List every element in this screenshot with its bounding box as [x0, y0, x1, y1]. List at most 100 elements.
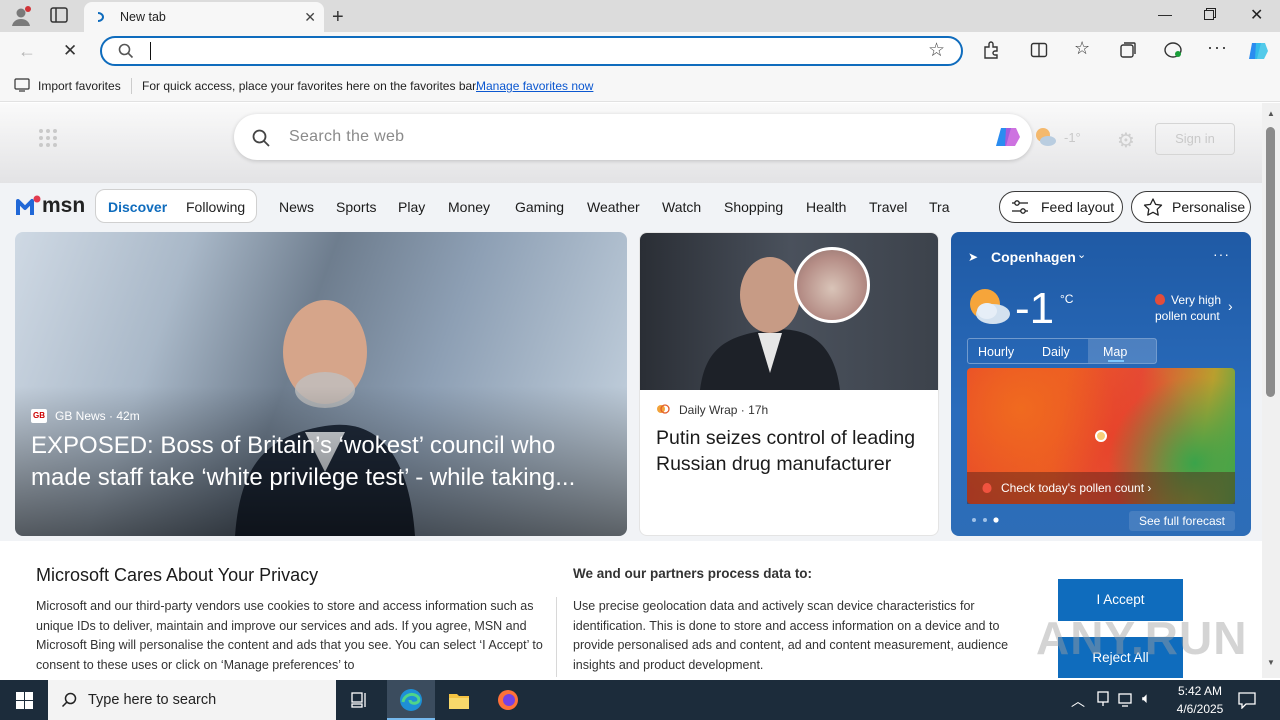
- clock-time[interactable]: 5:42 AM: [1172, 684, 1228, 698]
- msn-logo[interactable]: msn: [16, 193, 85, 221]
- news-card-putin[interactable]: Daily Wrap · 17h Putin seizes control of…: [639, 232, 939, 536]
- close-tab-icon[interactable]: ✕: [304, 9, 316, 26]
- nav-weather[interactable]: Weather: [587, 199, 640, 215]
- taskbar-search-box[interactable]: Type here to search: [48, 680, 336, 720]
- chevron-right-icon[interactable]: ›: [1228, 298, 1233, 314]
- location-arrow-icon: ➤: [968, 250, 979, 264]
- sign-in-button[interactable]: Sign in: [1155, 123, 1235, 155]
- weather-temp: -1: [1015, 284, 1055, 333]
- more-options-icon[interactable]: ···: [1207, 37, 1228, 58]
- tray-overflow-icon[interactable]: ︿: [1071, 691, 1085, 711]
- task-view-icon[interactable]: [336, 680, 384, 720]
- weather-city[interactable]: Copenhagen: [991, 249, 1076, 265]
- nav-news[interactable]: News: [279, 199, 314, 215]
- extensions-icon[interactable]: [982, 41, 1000, 59]
- tab-discover[interactable]: Discover: [108, 199, 167, 215]
- favorite-star-icon[interactable]: ☆: [928, 39, 945, 62]
- weather-mini-icon[interactable]: [1033, 126, 1057, 148]
- nav-health[interactable]: Health: [806, 199, 846, 215]
- weather-tabs: Hourly Daily Map: [967, 338, 1157, 364]
- tab-hourly[interactable]: Hourly: [978, 345, 1014, 359]
- file-explorer-icon[interactable]: [435, 680, 483, 720]
- active-tab-indicator: [1108, 360, 1124, 362]
- notifications-icon[interactable]: [1238, 691, 1256, 709]
- nav-sports[interactable]: Sports: [336, 199, 376, 215]
- copilot-search-icon[interactable]: [994, 123, 1022, 151]
- import-favorites-button[interactable]: Import favorites: [38, 79, 121, 93]
- weather-more-icon[interactable]: ···: [1213, 246, 1230, 262]
- text-caret: [150, 42, 151, 60]
- nav-watch[interactable]: Watch: [662, 199, 701, 215]
- pollen-cta-icon: [981, 482, 993, 494]
- nav-gaming[interactable]: Gaming: [515, 199, 564, 215]
- nav-travel[interactable]: Travel: [869, 199, 907, 215]
- close-window-icon[interactable]: ✕: [1250, 5, 1263, 25]
- see-full-forecast-link[interactable]: See full forecast: [1129, 511, 1235, 531]
- nav-play[interactable]: Play: [398, 199, 425, 215]
- sliders-icon: [1012, 200, 1028, 214]
- discover-following-toggle: Discover Following: [95, 189, 257, 223]
- feed-layout-button[interactable]: Feed layout: [999, 191, 1123, 223]
- scroll-down-icon[interactable]: ▼: [1267, 658, 1275, 667]
- start-button[interactable]: [0, 680, 48, 720]
- collections-icon[interactable]: [1119, 41, 1137, 59]
- nav-money[interactable]: Money: [448, 199, 490, 215]
- web-search-box[interactable]: Search the web: [234, 114, 1032, 160]
- back-icon[interactable]: ←: [18, 41, 36, 62]
- tab-following[interactable]: Following: [186, 199, 245, 215]
- web-search-placeholder: Search the web: [289, 128, 405, 145]
- location-marker: [1095, 430, 1107, 442]
- nav-overflow-item[interactable]: Tra: [929, 199, 949, 215]
- clock-date[interactable]: 4/6/2025: [1168, 702, 1232, 716]
- address-bar[interactable]: ☆: [100, 36, 963, 66]
- tab-map[interactable]: Map: [1103, 345, 1127, 359]
- pollen-cta-link[interactable]: Check today's pollen count ›: [1001, 481, 1151, 495]
- network-icon[interactable]: [1118, 692, 1136, 708]
- pollen-line-1[interactable]: Very high: [1171, 293, 1221, 307]
- address-input[interactable]: [146, 41, 906, 61]
- partly-cloudy-icon: [965, 284, 1011, 326]
- copilot-icon[interactable]: [1246, 39, 1270, 63]
- stop-loading-icon[interactable]: ✕: [63, 41, 77, 61]
- carousel-dots[interactable]: [971, 517, 1001, 523]
- volume-icon[interactable]: 🔈︎: [1142, 690, 1151, 707]
- profile-avatar-icon[interactable]: [10, 5, 32, 27]
- search-icon: [61, 692, 77, 708]
- personalise-label: Personalise: [1172, 199, 1246, 215]
- news-headline[interactable]: Putin seizes control of leading Russian …: [656, 425, 918, 477]
- top-story-card[interactable]: GB GB News · 42m EXPOSED: Boss of Britai…: [15, 232, 627, 536]
- nav-shopping[interactable]: Shopping: [724, 199, 783, 215]
- personalise-button[interactable]: Personalise: [1131, 191, 1251, 223]
- browser-essentials-icon[interactable]: [1163, 41, 1183, 59]
- scrollbar-thumb[interactable]: [1266, 127, 1275, 397]
- manage-favorites-link[interactable]: Manage favorites now: [476, 79, 593, 93]
- minimize-icon[interactable]: —: [1158, 6, 1172, 22]
- apps-grid-icon[interactable]: [38, 128, 58, 148]
- edge-taskbar-icon[interactable]: [387, 680, 435, 720]
- news-source: Daily Wrap · 17h: [679, 403, 769, 417]
- msn-favicon-icon: [94, 10, 108, 24]
- search-icon: [118, 43, 134, 59]
- tab-daily[interactable]: Daily: [1042, 345, 1070, 359]
- tab-actions-icon[interactable]: [50, 7, 70, 25]
- restore-icon[interactable]: [1204, 8, 1216, 20]
- network-device-icon[interactable]: [1096, 691, 1110, 707]
- page-scrollbar[interactable]: ▲ ▼: [1262, 103, 1280, 678]
- news-photo: [640, 233, 938, 390]
- scroll-up-icon[interactable]: ▲: [1267, 109, 1275, 118]
- browser-toolbar: ← ✕ ☆ ☆ ···: [0, 32, 1280, 70]
- story-headline[interactable]: EXPOSED: Boss of Britain’s ‘wokest’ coun…: [31, 430, 621, 494]
- firefox-icon[interactable]: [484, 680, 532, 720]
- pollen-line-2[interactable]: pollen count: [1155, 309, 1220, 323]
- favorites-icon[interactable]: ☆: [1074, 38, 1090, 59]
- split-screen-icon[interactable]: [1030, 41, 1048, 59]
- privacy-body: Microsoft and our third-party vendors us…: [36, 599, 543, 672]
- pollen-heat-map[interactable]: Check today's pollen count ›: [967, 368, 1235, 504]
- tab-new-tab[interactable]: New tab ✕: [84, 2, 324, 32]
- privacy-banner: Microsoft Cares About Your Privacy Micro…: [0, 541, 1262, 678]
- daily-wrap-logo-icon: [656, 403, 670, 415]
- new-tab-icon[interactable]: +: [332, 6, 344, 29]
- chevron-down-icon[interactable]: ⌄: [1077, 248, 1086, 261]
- weather-unit[interactable]: °C: [1060, 292, 1073, 306]
- settings-gear-icon[interactable]: ⚙: [1117, 128, 1135, 153]
